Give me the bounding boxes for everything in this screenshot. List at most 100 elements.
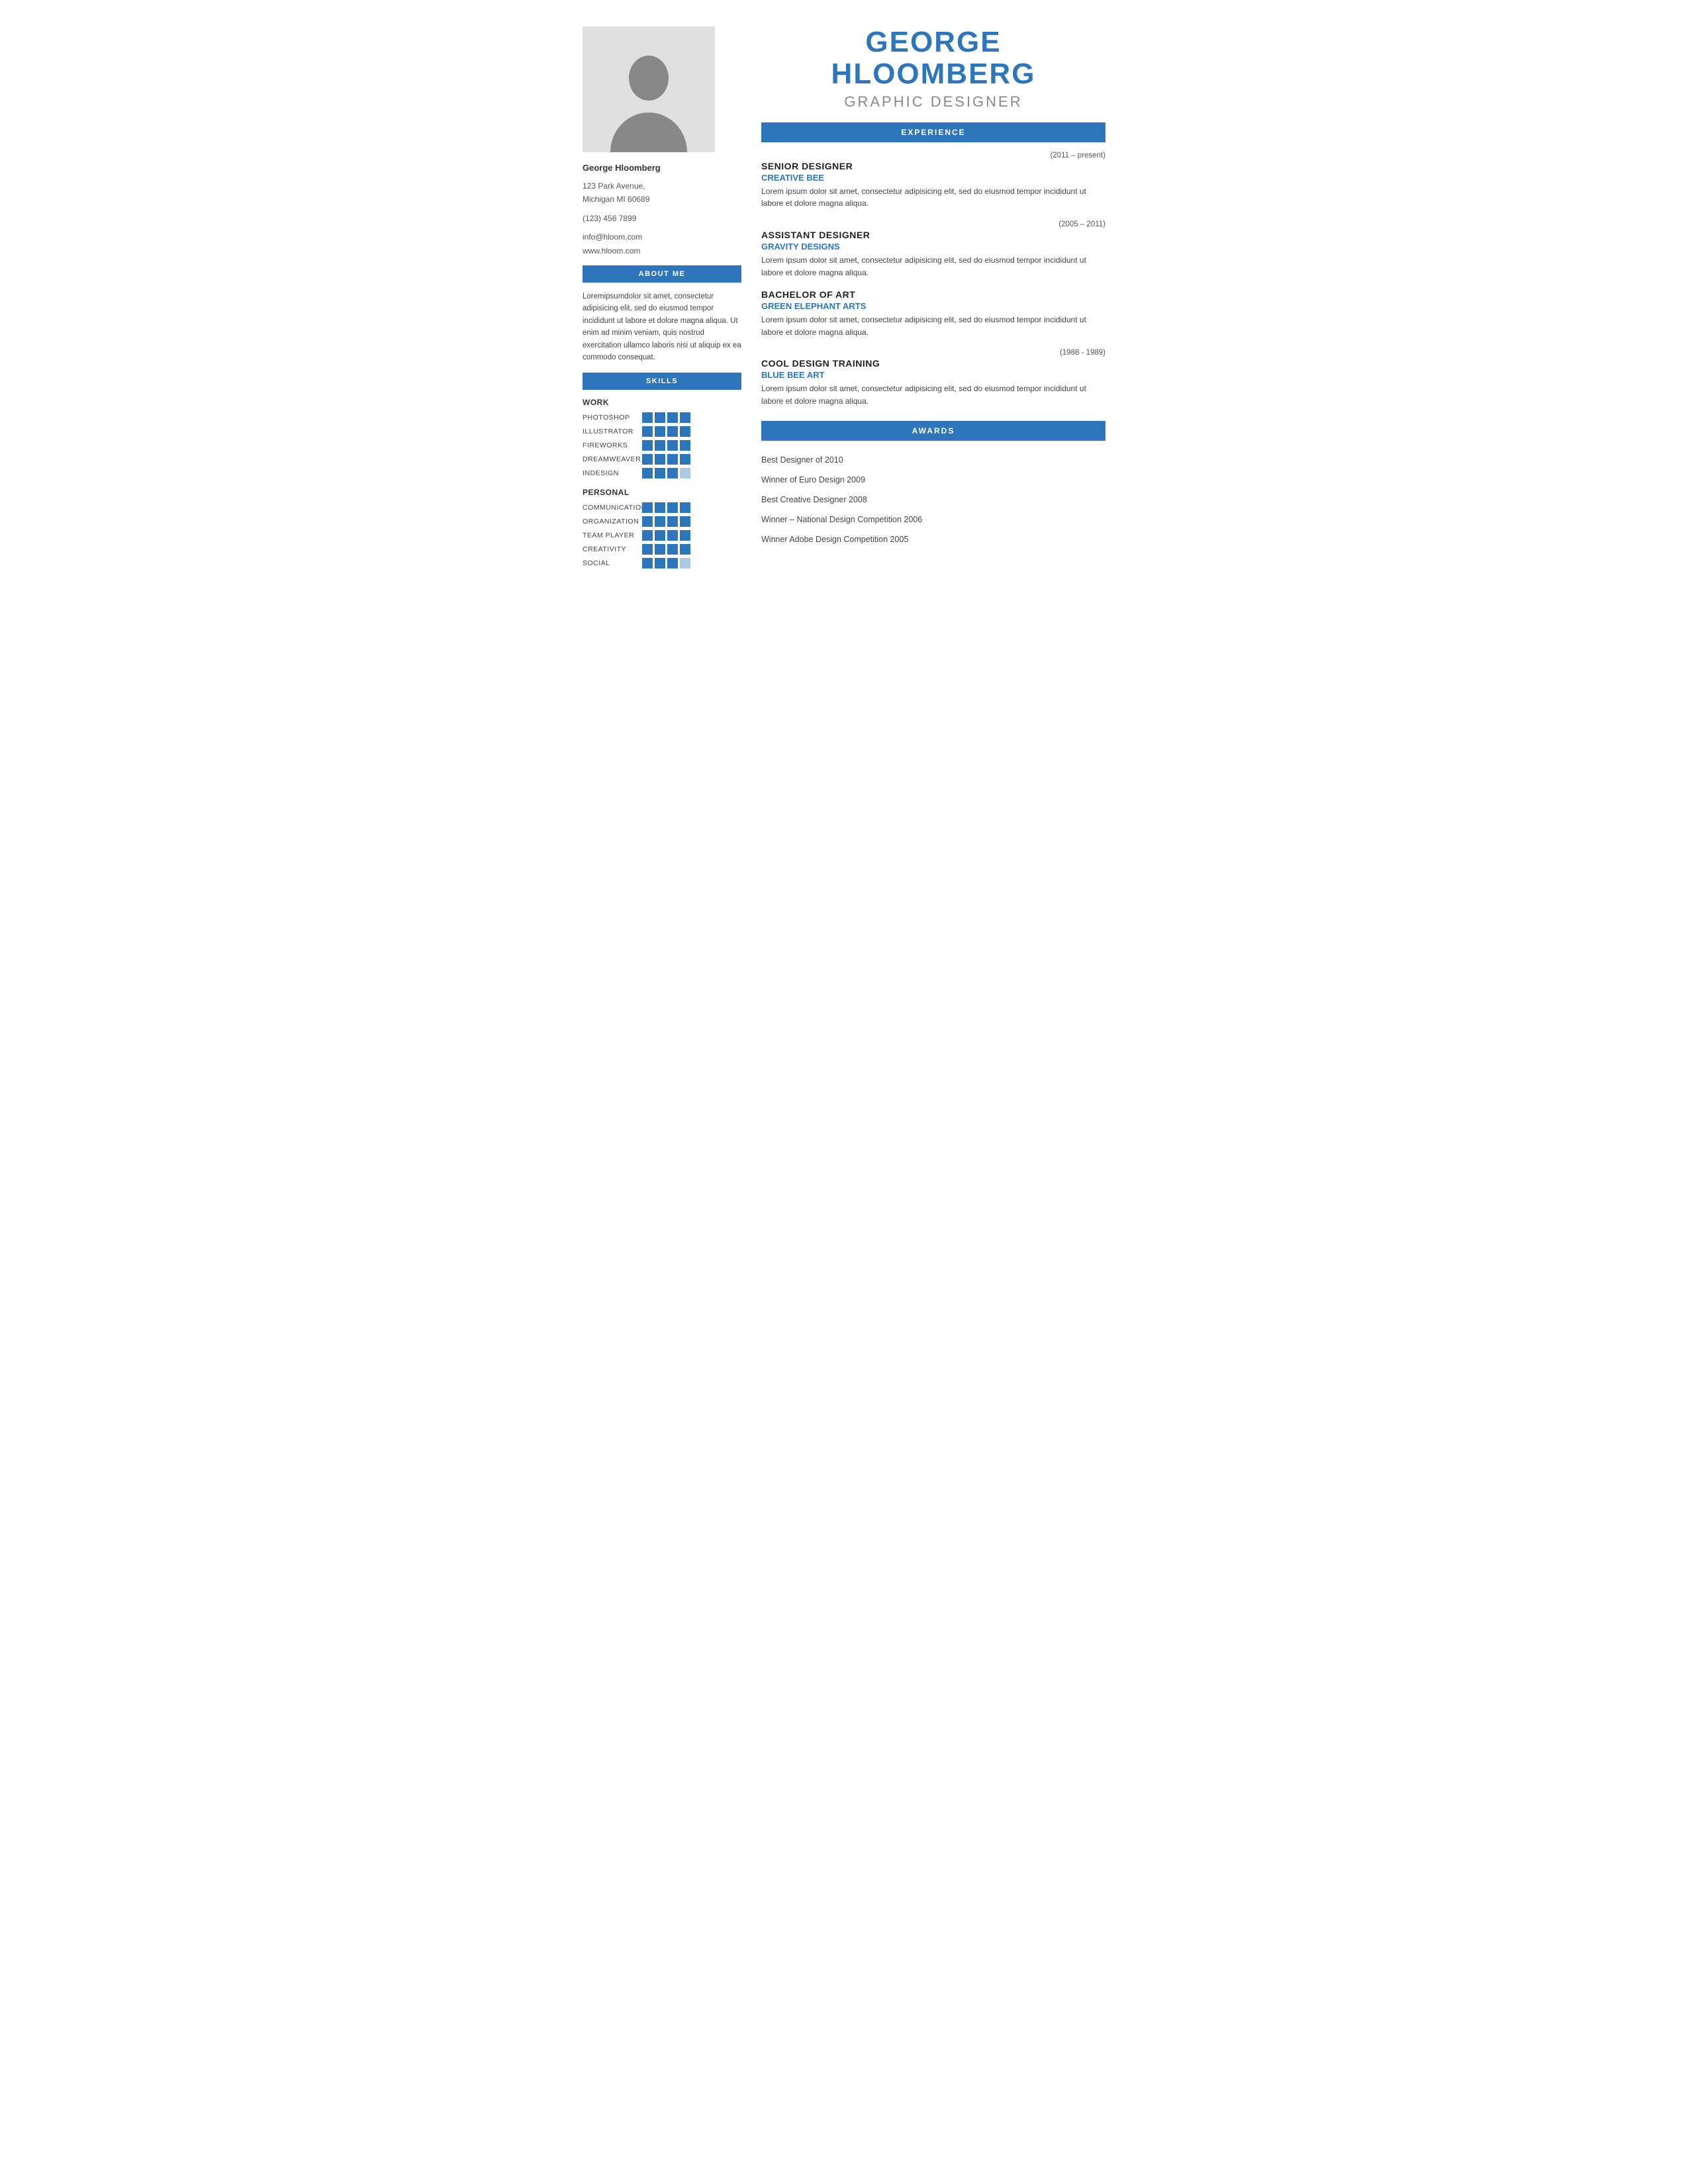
dot-filled [655,412,665,423]
experience-title: SENIOR DESIGNER [761,161,1105,171]
experience-company: GREEN ELEPHANT ARTS [761,301,1105,311]
contact-email-web: info@hloom.com www.hloom.com [583,230,741,257]
dot-filled [667,440,678,451]
experience-item: BACHELOR OF ARTGREEN ELEPHANT ARTS Lorem … [761,289,1105,338]
experience-date: (2005 – 2011) [761,220,1105,228]
dot-filled [642,530,653,541]
dot-filled [655,502,665,513]
skill-label: PHOTOSHOP [583,414,642,422]
photo-box [583,26,715,152]
skill-label: ILLUSTRATOR [583,428,642,435]
experience-company: CREATIVE BEE [761,173,1105,183]
dot-filled [655,530,665,541]
experience-title: BACHELOR OF ART [761,289,1105,300]
skill-row: ORGANIZATION [583,516,741,527]
skill-dots [642,516,690,527]
experience-item: (1988 - 1989)COOL DESIGN TRAININGBLUE BE… [761,349,1105,407]
skill-label: INDESIGN [583,469,642,477]
award-item: Best Designer of 2010 [761,450,1105,470]
dot-filled [642,558,653,569]
first-name: GEORGE [761,26,1105,58]
dot-filled [667,502,678,513]
dot-filled [680,426,690,437]
last-name: HLOOMBERG [761,58,1105,90]
dot-filled [655,558,665,569]
dot-filled [667,544,678,555]
dot-filled [642,502,653,513]
work-skills-label: WORK [583,398,741,407]
award-item: Winner – National Design Competition 200… [761,510,1105,529]
experience-list: (2011 – present) SENIOR DESIGNER CREATIVE … [761,152,1105,408]
dot-filled [680,440,690,451]
skill-row: ILLUSTRATOR [583,426,741,437]
awards-list: Best Designer of 2010Winner of Euro Desi… [761,450,1105,549]
skill-dots [642,502,690,513]
skill-row: SOCIAL [583,558,741,569]
experience-header: EXPERIENCE [761,122,1105,142]
dot-filled [667,426,678,437]
dot-filled [667,454,678,465]
left-column: George Hloomberg 123 Park Avenue, Michig… [583,26,741,572]
dot-filled [680,502,690,513]
experience-item: (2005 – 2011) ASSISTANT DESIGNER GRAVITY D… [761,220,1105,279]
dot-filled [642,412,653,423]
dot-filled [655,468,665,478]
skill-dots [642,468,690,478]
experience-description: Lorem ipsum dolor sit amet, consectetur … [761,185,1105,210]
dot-filled [642,544,653,555]
dot-filled [642,440,653,451]
dot-filled [655,440,665,451]
skill-row: FIREWORKS [583,440,741,451]
experience-description: Lorem ipsum dolor sit amet, consectetur … [761,254,1105,279]
profile-silhouette [609,46,688,152]
dot-filled [680,516,690,527]
about-text: Loremipsumdolor sit amet, consectetur ad… [583,291,741,363]
experience-description: Lorem ipsum dolor sit amet, consectetur … [761,314,1105,338]
resume-container: George Hloomberg 123 Park Avenue, Michig… [583,26,1105,572]
skill-dots [642,544,690,555]
experience-description: Lorem ipsum dolor sit amet, consectetur … [761,383,1105,407]
skill-label: FIREWORKS [583,441,642,449]
job-title: GRAPHIC DESIGNER [761,93,1105,111]
award-item: Winner of Euro Design 2009 [761,470,1105,490]
contact-address: 123 Park Avenue, Michigan MI 60689 [583,179,741,206]
award-item: Best Creative Designer 2008 [761,490,1105,510]
dot-filled [642,454,653,465]
work-skills-list: PHOTOSHOP ILLUSTRATOR FIREWORKS DREAMWEAVER… [583,412,741,478]
experience-company: BLUE BEE ART [761,370,1105,380]
contact-phone: (123) 456 7899 [583,212,741,225]
dot-filled [642,468,653,478]
skill-row: TEAM PLAYER [583,530,741,541]
experience-item: (2011 – present) SENIOR DESIGNER CREATIVE … [761,152,1105,210]
skill-label: TEAM PLAYER [583,531,642,539]
skill-row: DREAMWEAVER [583,454,741,465]
experience-date: (1988 - 1989) [761,349,1105,357]
experience-company: GRAVITY DESIGNS [761,242,1105,251]
about-header: ABOUT ME [583,265,741,283]
skill-label: DREAMWEAVER [583,455,642,463]
skill-label: CREATIVITY [583,545,642,553]
dot-filled [667,516,678,527]
skill-row: PHOTOSHOP [583,412,741,423]
name-block: GEORGE HLOOMBERG GRAPHIC DESIGNER [761,26,1105,111]
dot-filled [667,412,678,423]
dot-filled [655,426,665,437]
personal-skills-label: PERSONAL [583,488,741,497]
dot-empty [680,558,690,569]
dot-filled [680,412,690,423]
right-column: GEORGE HLOOMBERG GRAPHIC DESIGNER EXPERI… [761,26,1105,572]
dot-empty [680,468,690,478]
skill-label: COMMUNICATION [583,504,642,512]
awards-header: AWARDS [761,421,1105,441]
skill-label: SOCIAL [583,559,642,567]
dot-filled [680,530,690,541]
experience-title: COOL DESIGN TRAINING [761,358,1105,369]
experience-title: ASSISTANT DESIGNER [761,230,1105,240]
experience-date: (2011 – present) [761,152,1105,159]
dot-filled [667,558,678,569]
dot-filled [655,454,665,465]
skill-dots [642,426,690,437]
personal-skills-list: COMMUNICATION ORGANIZATION TEAM PLAYER CREA… [583,502,741,569]
dot-filled [642,516,653,527]
dot-filled [655,516,665,527]
